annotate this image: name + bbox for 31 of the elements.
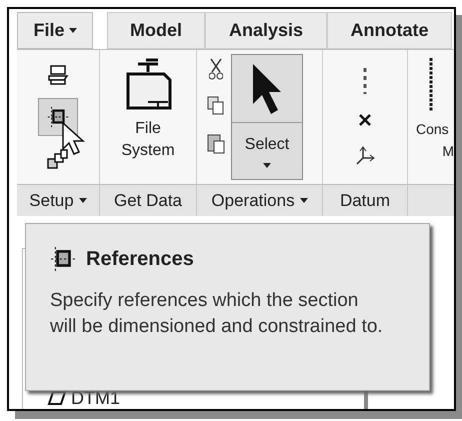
scissors-icon <box>209 58 223 80</box>
select-button[interactable]: Select <box>231 54 303 180</box>
references-icon <box>47 106 69 128</box>
mouse-cursor-icon <box>61 121 87 157</box>
caret-icon <box>300 198 308 203</box>
shapes-icon <box>46 147 70 171</box>
ribbon-button[interactable]: Cons M <box>408 118 454 162</box>
tooltip-text: Specify references which the section will be dimensioned and constrained to. <box>50 289 384 339</box>
group-label[interactable]: Setup <box>29 188 87 214</box>
ribbon-tab[interactable]: Model <box>107 12 205 49</box>
group-label[interactable]: Get Data <box>114 188 182 214</box>
dashed-line-icon <box>429 58 433 112</box>
references-icon <box>50 246 76 272</box>
group-label[interactable]: Datum <box>340 188 390 214</box>
tooltip-title: References <box>86 247 194 272</box>
file-menu-tab[interactable]: File <box>17 12 93 49</box>
datum-point-icon <box>359 114 371 126</box>
paste-icon <box>207 132 225 154</box>
coordinate-system-icon <box>355 146 375 166</box>
pointer-arrow-icon <box>251 62 283 116</box>
caret-icon <box>78 198 87 203</box>
group-label[interactable]: Operations <box>211 188 308 214</box>
ribbon-tab[interactable]: Analysis <box>205 12 327 49</box>
datum-plane-icon <box>47 391 67 405</box>
file-system-button[interactable]: File System <box>121 58 175 162</box>
sketch-plane-icon <box>47 64 69 86</box>
caret-icon <box>68 28 76 33</box>
dotted-axis-icon <box>363 68 367 94</box>
copy-icon <box>207 96 225 116</box>
ribbon-tab[interactable]: Annotate <box>327 12 452 49</box>
caret-icon <box>263 163 271 168</box>
